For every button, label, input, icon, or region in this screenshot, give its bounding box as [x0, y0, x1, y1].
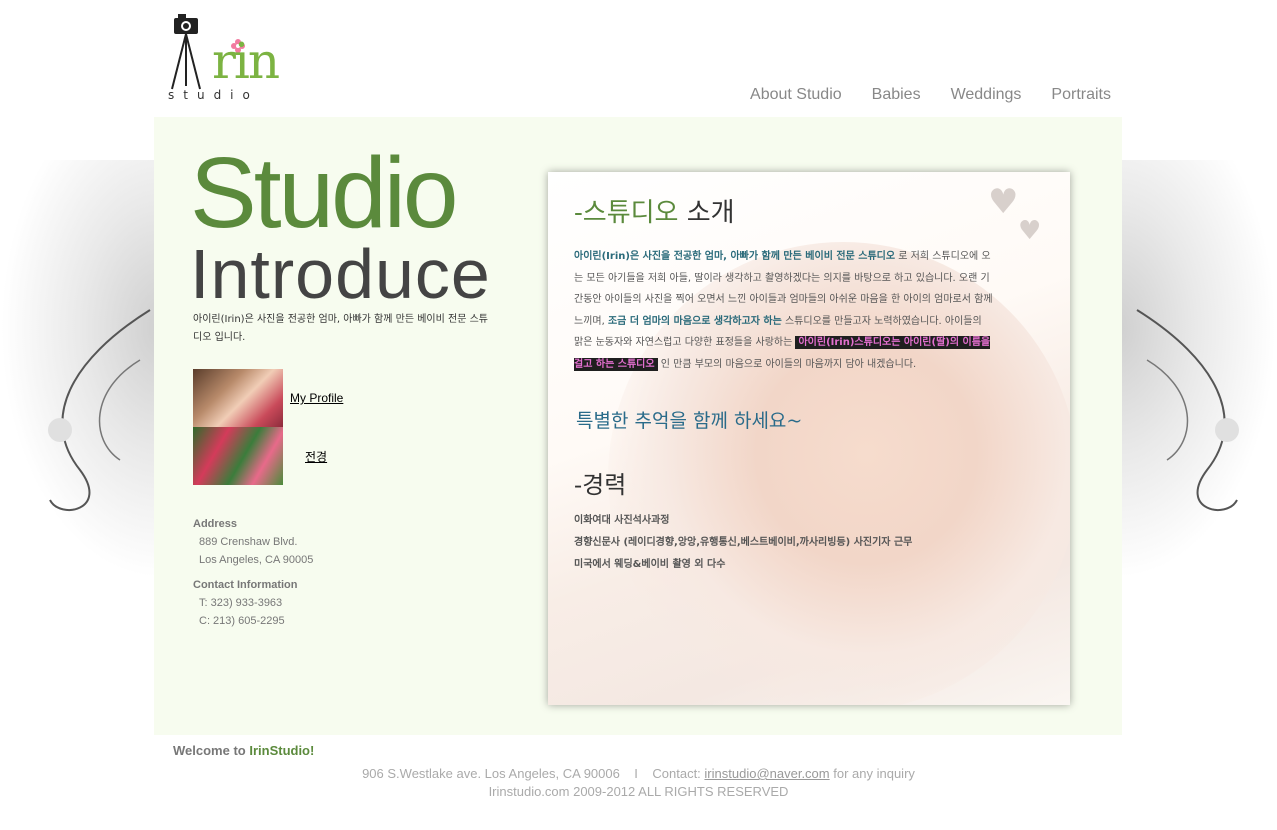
main-nav: About Studio Babies Weddings Portraits [750, 86, 1111, 104]
career-item: 경향신문사 (레이디경향,앙앙,유행통신,베스트베이비,까사리빙등) 사진기자 … [574, 537, 913, 548]
intro-text: 아이린(Irin)은 사진을 전공한 엄마, 아빠가 함께 만든 베이비 전문 … [193, 314, 488, 343]
nav-portraits[interactable]: Portraits [1051, 86, 1111, 104]
footer-copyright: Irinstudio.com 2009-2012 ALL RIGHTS RESE… [488, 784, 789, 799]
page-title-introduce: Introduce [190, 235, 491, 313]
page-title-studio: Studio [190, 137, 459, 249]
nav-babies[interactable]: Babies [872, 86, 921, 104]
logo-subtext: studio [168, 88, 259, 102]
footer-contact-line: 906 S.Westlake ave. Los Angeles, CA 9000… [362, 766, 915, 781]
page-container: rin studio About Studio Babies Weddings … [154, 0, 1122, 830]
contact-info-heading: Contact Information [193, 579, 298, 591]
nav-about-studio[interactable]: About Studio [750, 86, 842, 104]
nav-weddings[interactable]: Weddings [951, 86, 1022, 104]
exterior-thumbnail[interactable] [193, 427, 283, 485]
memory-slogan: 특별한 추억을 함께 하세요~ [576, 410, 803, 432]
address-heading: Address [193, 518, 238, 530]
exterior-link[interactable]: 전경 [305, 448, 327, 465]
phone-number: T: 323) 933-3963 [199, 597, 283, 609]
footer-email-link[interactable]: irinstudio@naver.com [704, 766, 829, 781]
career-item: 이화여대 사진석사과정 [574, 515, 670, 526]
heart-icon-small: ♥ [1018, 216, 1042, 246]
right-swirl-ornament [1136, 309, 1239, 511]
my-profile-link[interactable]: My Profile [290, 391, 343, 405]
studio-intro-card: ♥ ♥ -스튜디오 소개 아이린(Irin)은 사진을 전공한 엄마, 아빠가 … [548, 172, 1070, 705]
address-line2: Los Angeles, CA 90005 [199, 554, 314, 566]
logo-text: rin [212, 32, 280, 90]
heart-icon: ♥ [988, 182, 1019, 222]
welcome-message: Welcome to IrinStudio! [173, 743, 315, 758]
cell-number: C: 213) 605-2295 [199, 615, 285, 627]
content-panel: Studio Introduce 아이린(Irin)은 사진을 전공한 엄마, … [154, 117, 1122, 735]
irin-studio-logo[interactable]: rin studio [168, 14, 280, 106]
contact-block: Address 889 Crenshaw Blvd. Los Angeles, … [193, 515, 313, 630]
intro-body: 아이린(Irin)은 사진을 전공한 엄마, 아빠가 함께 만든 베이비 전문 … [574, 251, 993, 371]
address-line1: 889 Crenshaw Blvd. [199, 536, 298, 548]
left-swirl-ornament [48, 309, 151, 511]
intro-heading: -스튜디오 소개 [574, 198, 735, 228]
profile-thumbnail[interactable] [193, 369, 283, 427]
career-list: 이화여대 사진석사과정 경향신문사 (레이디경향,앙앙,유행통신,베스트베이비,… [574, 510, 912, 576]
career-heading: -경력 [574, 471, 627, 499]
career-item: 미국에서 웨딩&베이비 촬영 외 다수 [574, 559, 726, 570]
